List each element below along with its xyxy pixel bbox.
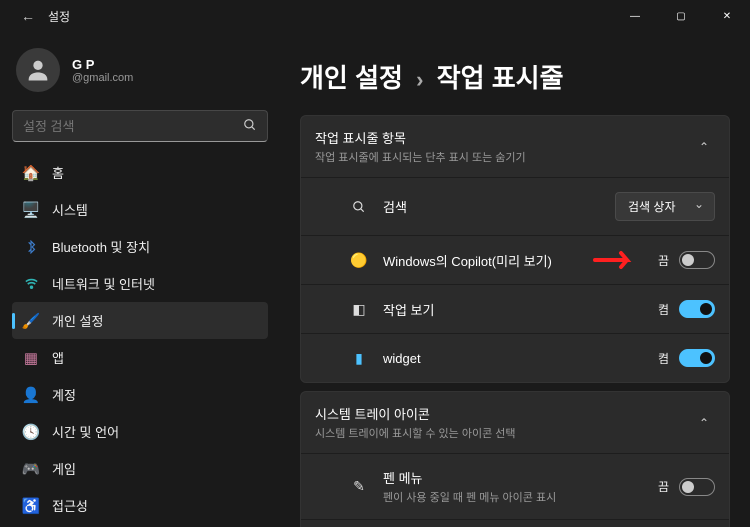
sidebar-item-label: 홈 bbox=[52, 163, 64, 182]
search-input[interactable] bbox=[23, 119, 243, 134]
window-title: 설정 bbox=[48, 8, 70, 25]
minimize-button[interactable]: — bbox=[612, 0, 658, 32]
accessibility-icon: ♿ bbox=[22, 497, 40, 515]
sidebar-item-label: 시간 및 언어 bbox=[52, 422, 119, 441]
sidebar-item-accounts[interactable]: 👤 계정 bbox=[12, 376, 268, 413]
taskview-icon: ◧ bbox=[349, 299, 369, 319]
sidebar-item-label: 앱 bbox=[52, 348, 64, 367]
apps-icon: ▦ bbox=[22, 349, 40, 367]
toggle-state-label: 켬 bbox=[658, 301, 669, 318]
sidebar-item-label: 접근성 bbox=[52, 496, 88, 515]
sidebar-item-time[interactable]: 🕓 시간 및 언어 bbox=[12, 413, 268, 450]
sidebar-item-label: 시스템 bbox=[52, 200, 88, 219]
taskview-toggle[interactable] bbox=[679, 300, 715, 318]
section-header[interactable]: 시스템 트레이 아이콘 시스템 트레이에 표시할 수 있는 아이콘 선택 ⌃ bbox=[301, 392, 729, 453]
section-subtitle: 시스템 트레이에 표시할 수 있는 아이콘 선택 bbox=[315, 425, 693, 441]
breadcrumb: 개인 설정 › 작업 표시줄 bbox=[300, 58, 730, 95]
brush-icon: 🖌️ bbox=[22, 312, 40, 330]
row-taskview: ◧ 작업 보기 켬 bbox=[301, 284, 729, 333]
toggle-state-label: 끔 bbox=[658, 478, 669, 495]
search-icon bbox=[349, 197, 369, 217]
wifi-icon bbox=[22, 275, 40, 293]
search-icon bbox=[243, 118, 257, 135]
row-search: 검색 검색 상자 bbox=[301, 177, 729, 235]
row-label: widget bbox=[383, 351, 658, 366]
toggle-state-label: 켬 bbox=[658, 350, 669, 367]
back-button[interactable]: ← bbox=[16, 4, 40, 28]
sidebar-item-bluetooth[interactable]: Bluetooth 및 장치 bbox=[12, 228, 268, 265]
sidebar-item-apps[interactable]: ▦앱 bbox=[12, 339, 268, 376]
sidebar-item-gaming[interactable]: 🎮 게임 bbox=[12, 450, 268, 487]
section-header[interactable]: 작업 표시줄 항목 작업 표시줄에 표시되는 단추 표시 또는 숨기기 ⌃ bbox=[301, 116, 729, 177]
sidebar-item-network[interactable]: 네트워크 및 인터넷 bbox=[12, 265, 268, 302]
row-label: 작업 보기 bbox=[383, 300, 658, 319]
sidebar-item-accessibility[interactable]: ♿ 접근성 bbox=[12, 487, 268, 524]
row-label: 펜 메뉴 bbox=[383, 468, 658, 487]
row-touch-keyboard: ⌨ 터치 키보드 터치 키보드 아이콘 표시 사용 안 함 bbox=[301, 519, 729, 527]
sidebar-item-home[interactable]: 🏠홈 bbox=[12, 154, 268, 191]
sidebar-item-label: 개인 설정 bbox=[52, 311, 103, 330]
pen-menu-toggle[interactable] bbox=[679, 478, 715, 496]
user-email: @gmail.com bbox=[72, 72, 133, 84]
person-icon: 👤 bbox=[22, 386, 40, 404]
home-icon: 🏠 bbox=[22, 164, 40, 182]
breadcrumb-parent[interactable]: 개인 설정 bbox=[300, 63, 403, 93]
section-title: 시스템 트레이 아이콘 bbox=[315, 404, 693, 423]
chevron-up-icon[interactable]: ⌃ bbox=[693, 410, 715, 436]
row-widget: ▮ widget 켬 bbox=[301, 333, 729, 382]
chevron-up-icon[interactable]: ⌃ bbox=[693, 134, 715, 160]
copilot-icon: 🟡 bbox=[349, 250, 369, 270]
bluetooth-icon bbox=[22, 238, 40, 256]
row-label: Windows의 Copilot(미리 보기) bbox=[383, 251, 658, 270]
search-input-wrapper[interactable] bbox=[12, 110, 268, 142]
copilot-toggle[interactable] bbox=[679, 251, 715, 269]
breadcrumb-current: 작업 표시줄 bbox=[437, 63, 564, 93]
toggle-state-label: 끔 bbox=[658, 252, 669, 269]
sidebar-item-system[interactable]: 🖥️ 시스템 bbox=[12, 191, 268, 228]
row-sublabel: 펜이 사용 중일 때 펜 메뉴 아이콘 표시 bbox=[383, 489, 658, 505]
avatar bbox=[16, 48, 60, 92]
widget-toggle[interactable] bbox=[679, 349, 715, 367]
sidebar-item-personalization[interactable]: 🖌️ 개인 설정 bbox=[12, 302, 268, 339]
row-pen-menu: ✎ 펜 메뉴 펜이 사용 중일 때 펜 메뉴 아이콘 표시 끔 bbox=[301, 453, 729, 519]
chevron-right-icon: › bbox=[416, 67, 423, 92]
maximize-button[interactable]: ▢ bbox=[658, 0, 704, 32]
row-copilot: 🟡 Windows의 Copilot(미리 보기) 끔 bbox=[301, 235, 729, 284]
pen-icon: ✎ bbox=[349, 477, 369, 497]
sidebar-item-label: Bluetooth 및 장치 bbox=[52, 237, 150, 256]
search-dropdown[interactable]: 검색 상자 bbox=[615, 192, 715, 221]
sidebar-item-label: 게임 bbox=[52, 459, 76, 478]
sidebar-item-label: 계정 bbox=[52, 385, 76, 404]
user-name: G P bbox=[72, 57, 133, 72]
section-title: 작업 표시줄 항목 bbox=[315, 128, 693, 147]
tray-icons-section: 시스템 트레이 아이콘 시스템 트레이에 표시할 수 있는 아이콘 선택 ⌃ ✎… bbox=[300, 391, 730, 527]
section-subtitle: 작업 표시줄에 표시되는 단추 표시 또는 숨기기 bbox=[315, 149, 693, 165]
user-profile[interactable]: G P @gmail.com bbox=[12, 40, 268, 104]
system-icon: 🖥️ bbox=[22, 201, 40, 219]
close-button[interactable]: ✕ bbox=[704, 0, 750, 32]
clock-icon: 🕓 bbox=[22, 423, 40, 441]
row-label: 검색 bbox=[383, 197, 615, 216]
sidebar-item-label: 네트워크 및 인터넷 bbox=[52, 274, 155, 293]
widget-icon: ▮ bbox=[349, 348, 369, 368]
taskbar-items-section: 작업 표시줄 항목 작업 표시줄에 표시되는 단추 표시 또는 숨기기 ⌃ 검색… bbox=[300, 115, 730, 383]
game-icon: 🎮 bbox=[22, 460, 40, 478]
